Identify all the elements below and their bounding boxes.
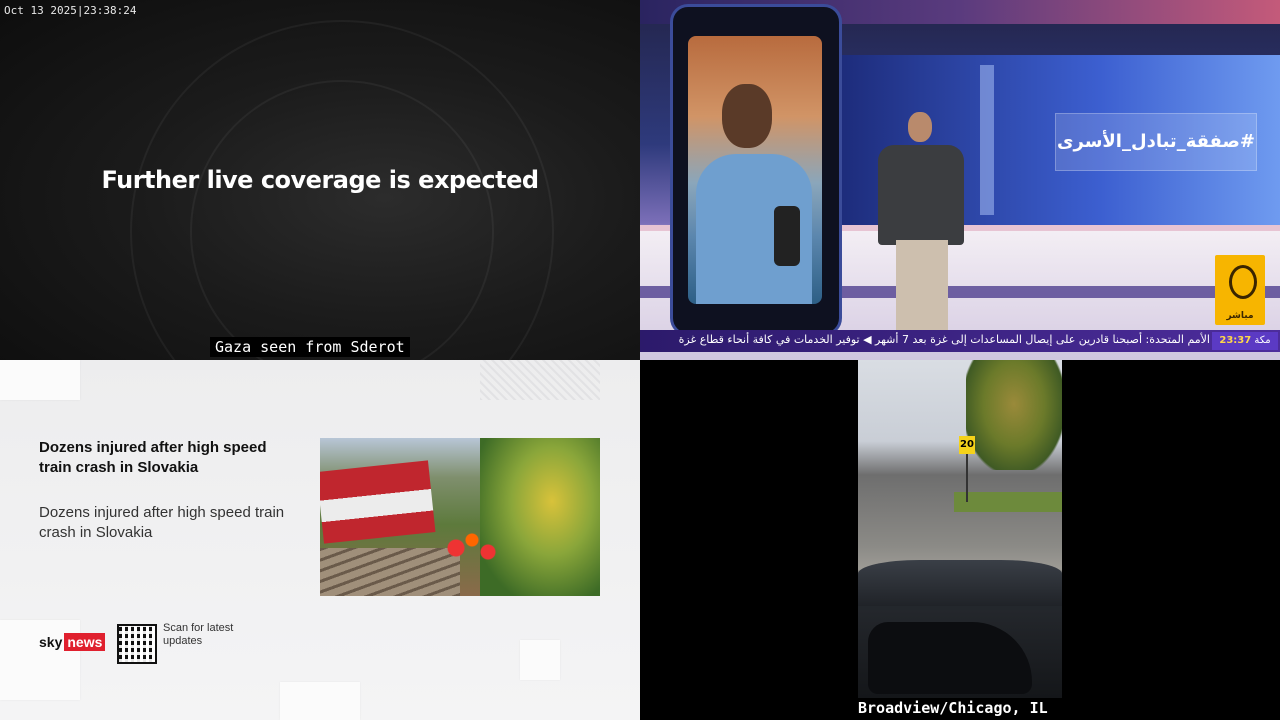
sky-logo-word: sky xyxy=(39,634,63,650)
phone-screen-video xyxy=(688,36,822,304)
presenter-body xyxy=(878,145,964,245)
slate-headline: Further live coverage is expected xyxy=(101,166,539,194)
location-caption: Broadview/Chicago, IL xyxy=(858,699,1048,717)
presenter-head xyxy=(908,112,932,142)
presenter-legs xyxy=(896,240,948,330)
interviewee-face xyxy=(722,84,772,148)
speed-limit-sign: 20 xyxy=(959,436,975,454)
hashtag-banner: #صفقة_تبادل_الأسرى xyxy=(1055,113,1257,171)
car-hood xyxy=(858,560,1062,606)
timestamp-readout: Oct 13 2025|23:38:24 xyxy=(4,4,137,17)
ticker-clock-time: 23:37 xyxy=(1219,335,1252,346)
scan-prompt: Scan for latest updates xyxy=(163,622,234,647)
background-tile xyxy=(280,682,360,720)
feed-top-left: Oct 13 2025|23:38:24 Further live covera… xyxy=(0,0,640,360)
feed-bottom-right: 20 Broadview/Chicago, IL xyxy=(640,360,1280,720)
sky-news-logo: sky news xyxy=(39,633,106,651)
feed-top-right: #صفقة_تبادل_الأسرى مباشر الأمم المتحدة: … xyxy=(640,0,1280,360)
background-tile xyxy=(0,360,80,400)
studio-wall-stripe xyxy=(980,65,994,215)
background-tile xyxy=(520,640,560,680)
photo-rescue-crew xyxy=(432,528,512,568)
qr-code-icon[interactable] xyxy=(117,624,157,664)
channel-logo-glyph-icon xyxy=(1229,265,1257,299)
news-logo-word: news xyxy=(64,633,106,651)
channel-logo: مباشر xyxy=(1215,255,1265,325)
sign-pole xyxy=(966,454,968,502)
roadside-tree xyxy=(966,360,1062,470)
roadside-grass xyxy=(954,492,1062,512)
train-crash-photo xyxy=(320,438,600,596)
news-ticker: الأمم المتحدة: أصبحنا قادرين على إيصال ا… xyxy=(640,330,1280,352)
dashcam-video: 20 xyxy=(858,360,1062,698)
background-tile xyxy=(0,620,80,700)
ticker-text: الأمم المتحدة: أصبحنا قادرين على إيصال ا… xyxy=(678,333,1210,346)
channel-logo-label: مباشر xyxy=(1226,311,1254,321)
photo-trees xyxy=(480,438,600,596)
story-title: Dozens injured after high speed train cr… xyxy=(39,439,267,476)
car-dashboard-vent xyxy=(868,622,1032,694)
feed-bottom-left: Dozens injured after high speed train cr… xyxy=(0,360,640,720)
story-subtitle: Dozens injured after high speed train cr… xyxy=(39,504,285,541)
ticker-clock-city: مكة xyxy=(1254,335,1271,346)
background-hatch xyxy=(480,360,600,400)
microphone-icon xyxy=(774,206,800,266)
photo-train xyxy=(320,460,436,544)
ticker-clock: 23:37 مكة xyxy=(1212,332,1278,350)
location-caption: Gaza seen from Sderot xyxy=(210,337,410,357)
